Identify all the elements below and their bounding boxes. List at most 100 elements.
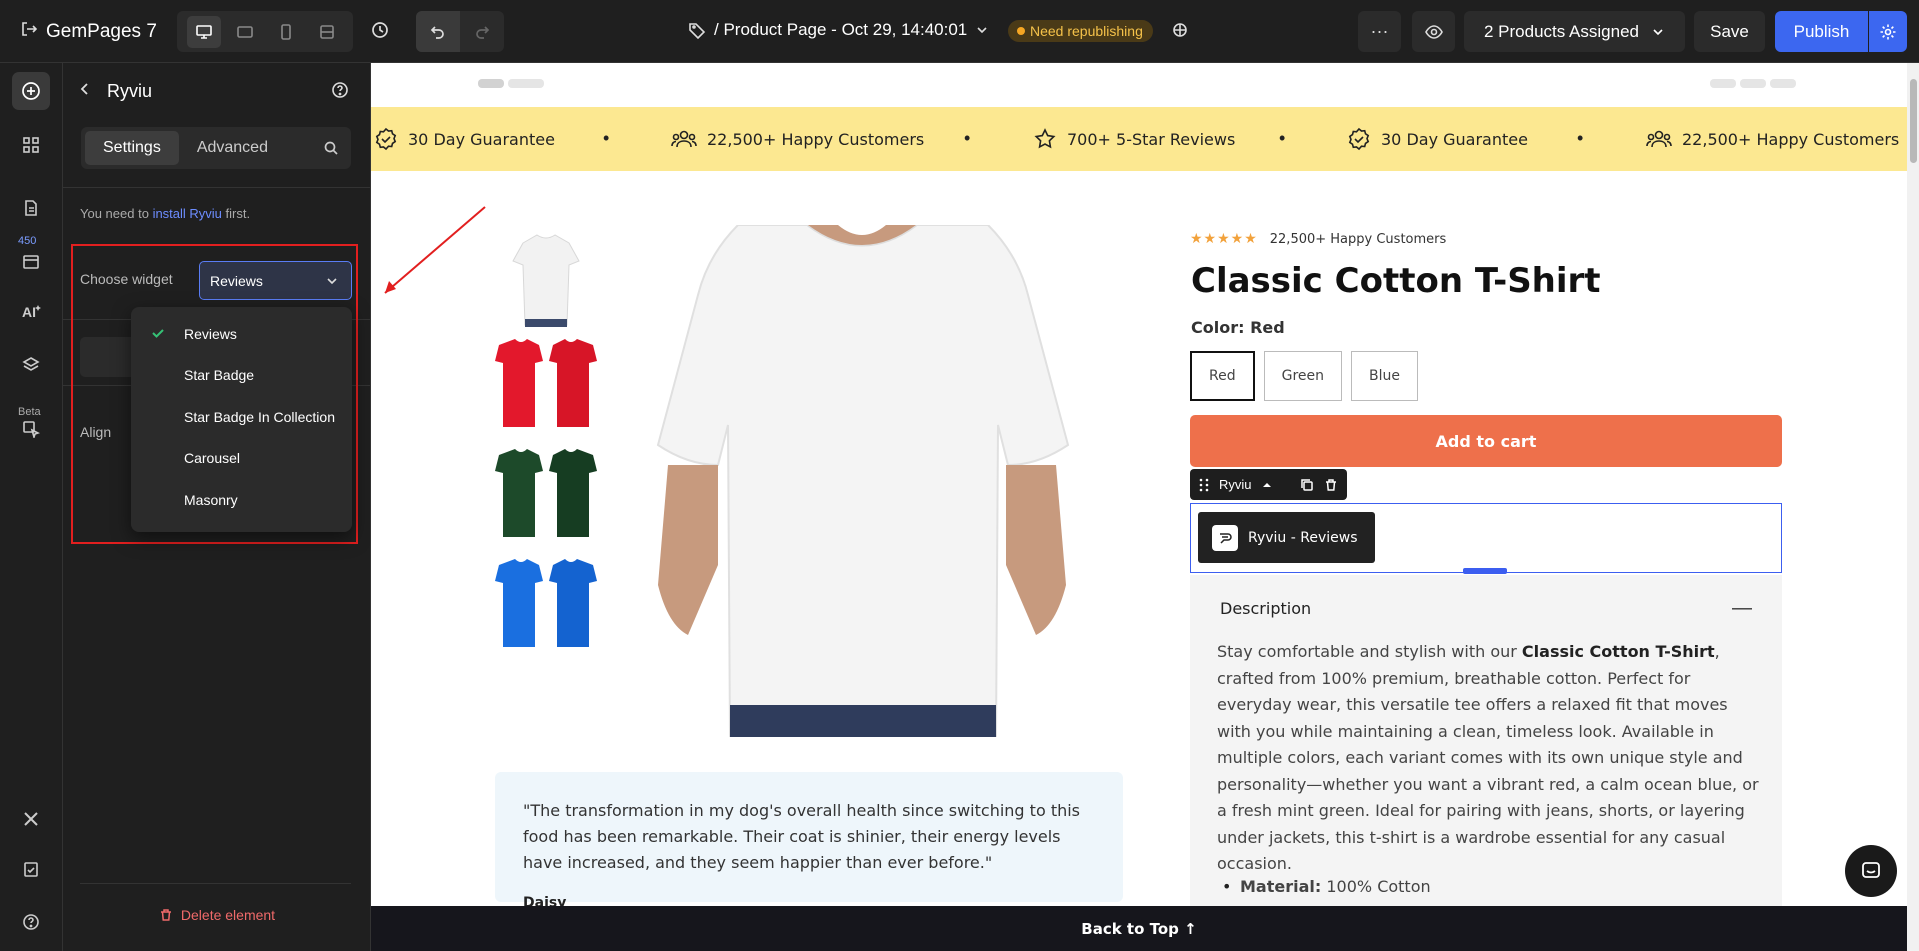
collapse-icon[interactable]: — xyxy=(1732,597,1752,620)
mobile-view-button[interactable] xyxy=(269,16,303,48)
install-ryviu-link[interactable]: install Ryviu xyxy=(153,206,222,221)
apps-button[interactable] xyxy=(12,243,50,281)
add-to-cart-button[interactable]: Add to cart xyxy=(1190,415,1782,467)
app-name: GemPages 7 xyxy=(46,20,157,42)
exit-icon xyxy=(20,20,38,43)
chevron-down-icon xyxy=(1653,28,1663,35)
ryviu-widget-container[interactable]: Ryviu - Reviews xyxy=(1190,503,1782,574)
ai-icon: AI xyxy=(22,304,41,320)
product-thumbnail[interactable] xyxy=(495,445,597,547)
announcement-marquee: 30 Day Guarantee • 22,500+ Happy Custome… xyxy=(371,107,1907,171)
color-option-blue[interactable]: Blue xyxy=(1351,351,1418,401)
widget-option-star-badge-collection[interactable]: Star Badge In Collection xyxy=(131,396,352,438)
left-rail: 450 AI Beta xyxy=(0,63,63,951)
undo-button[interactable] xyxy=(416,11,460,52)
chevron-left-icon xyxy=(80,83,88,95)
editor-canvas: 30 Day Guarantee • 22,500+ Happy Custome… xyxy=(371,63,1907,951)
product-title: Classic Cotton T-Shirt xyxy=(1191,261,1601,301)
install-note-suffix: first. xyxy=(225,206,251,221)
widget-option-label: Masonry xyxy=(184,491,238,508)
product-thumbnail[interactable] xyxy=(495,555,597,657)
badge-check-icon xyxy=(1348,127,1370,151)
products-assigned-dropdown[interactable]: 2 Products Assigned xyxy=(1464,11,1685,52)
publish-settings-button[interactable] xyxy=(1869,11,1907,52)
layers-button[interactable] xyxy=(12,346,50,384)
tablet-landscape-view-button[interactable] xyxy=(228,16,262,48)
product-thumbnail[interactable] xyxy=(495,335,597,437)
top-bar: GemPages 7 / Product Page - Oct 29, 14:4… xyxy=(0,0,1919,63)
history-button[interactable] xyxy=(370,20,390,45)
publish-button[interactable]: Publish xyxy=(1775,11,1868,52)
widget-option-label: Reviews xyxy=(184,325,237,342)
panel-search-button[interactable] xyxy=(315,140,347,156)
pages-button[interactable] xyxy=(12,189,50,227)
product-main-image[interactable] xyxy=(638,223,1086,738)
tab-settings[interactable]: Settings xyxy=(85,131,179,165)
description-heading[interactable]: Description xyxy=(1220,599,1311,618)
loading-placeholder xyxy=(1770,79,1796,88)
delete-element-button[interactable]: Delete element xyxy=(63,895,371,935)
element-toolbar: Ryviu xyxy=(1190,469,1347,500)
ai-button[interactable]: AI xyxy=(12,293,50,331)
loading-placeholder xyxy=(1710,79,1736,88)
color-option-red[interactable]: Red xyxy=(1190,351,1255,401)
product-thumbnail[interactable] xyxy=(495,225,597,327)
tablet-landscape-icon xyxy=(236,25,253,38)
widget-option-reviews[interactable]: Reviews xyxy=(131,313,352,355)
description-lead: Stay comfortable and stylish with our xyxy=(1217,642,1522,661)
more-icon: ··· xyxy=(1370,21,1389,41)
beta-tool-button[interactable] xyxy=(12,410,50,448)
x-button[interactable] xyxy=(12,800,50,838)
responsive-icon xyxy=(319,24,334,39)
scrollbar-thumb[interactable] xyxy=(1910,79,1917,163)
exit-editor-button[interactable]: GemPages 7 xyxy=(20,20,157,43)
badge-check-icon xyxy=(375,127,397,151)
canvas-scrollbar[interactable] xyxy=(1907,63,1919,951)
responsive-view-button[interactable] xyxy=(310,16,344,48)
chevron-down-icon xyxy=(977,27,987,34)
more-options-button[interactable]: ··· xyxy=(1358,11,1401,52)
panel-help-button[interactable] xyxy=(331,81,349,104)
tasks-button[interactable] xyxy=(12,850,50,888)
mobile-icon xyxy=(280,23,291,40)
products-assigned-label: 2 Products Assigned xyxy=(1484,21,1639,41)
widget-option-carousel[interactable]: Carousel xyxy=(131,438,352,480)
resize-handle[interactable] xyxy=(1463,568,1507,574)
page-title-dropdown[interactable]: / Product Page - Oct 29, 14:40:01 xyxy=(688,20,989,40)
marquee-text: 30 Day Guarantee xyxy=(408,129,555,149)
caret-up-icon xyxy=(1262,482,1271,487)
help-circle-icon xyxy=(23,914,39,930)
svg-text:AI: AI xyxy=(22,304,36,320)
description-text: , crafted from 100% premium, breathable … xyxy=(1217,642,1759,873)
widget-option-star-badge[interactable]: Star Badge xyxy=(131,355,352,397)
color-option-green[interactable]: Green xyxy=(1263,351,1343,401)
chat-button[interactable] xyxy=(1845,845,1897,897)
widget-option-label: Star Badge xyxy=(184,367,255,384)
widget-option-masonry[interactable]: Masonry xyxy=(131,479,352,521)
description-lead-bold: Classic Cotton T-Shirt xyxy=(1521,642,1715,661)
save-button[interactable]: Save xyxy=(1694,11,1765,52)
install-note: You need to install Ryviu first. xyxy=(80,206,250,221)
back-to-top-bar[interactable]: Back to Top ↑ xyxy=(371,906,1907,951)
preview-button[interactable] xyxy=(1412,11,1455,52)
redo-button[interactable] xyxy=(460,11,504,52)
tab-advanced[interactable]: Advanced xyxy=(179,131,286,165)
gear-icon xyxy=(1880,24,1896,39)
panel-title: Ryviu xyxy=(107,81,153,101)
chat-icon xyxy=(1862,862,1880,878)
back-button[interactable] xyxy=(77,81,93,102)
panel-divider xyxy=(80,883,351,884)
desktop-view-button[interactable] xyxy=(186,15,221,48)
users-icon xyxy=(671,130,697,148)
ryviu-reviews-widget[interactable]: Ryviu - Reviews xyxy=(1198,512,1375,563)
undo-redo-group xyxy=(416,11,504,52)
ai-assistant-button[interactable] xyxy=(1170,20,1190,45)
marquee-item: 22,500+ Happy Customers xyxy=(671,127,924,151)
grid-icon xyxy=(23,137,39,153)
add-element-button[interactable] xyxy=(12,72,50,110)
element-toolbar-label[interactable]: Ryviu xyxy=(1219,477,1252,492)
help-button[interactable] xyxy=(12,903,50,941)
layers-icon xyxy=(22,357,40,371)
trash-icon xyxy=(160,909,171,921)
sections-button[interactable] xyxy=(12,126,50,164)
